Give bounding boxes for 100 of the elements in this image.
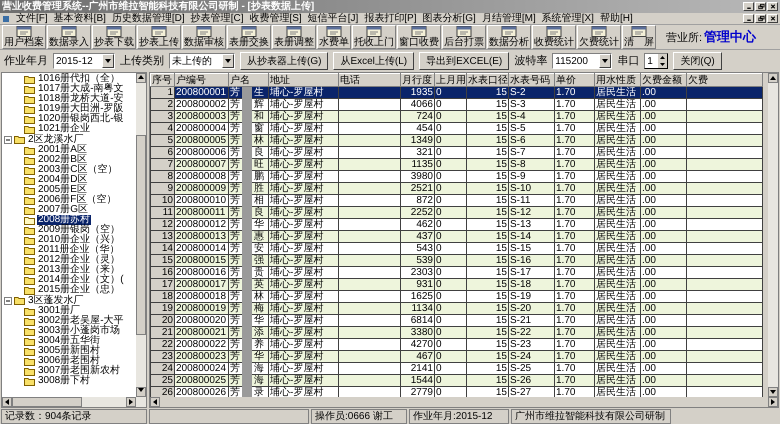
table-row[interactable]: 11 200800011 芳 良 埔心-罗屋村 2252 0 15 S-12 1.70 居民生活 .00 — [150, 206, 762, 218]
vertical-scrollbar[interactable] — [768, 73, 778, 397]
tree-item[interactable]: 3006册老围村 — [37, 356, 102, 366]
tree-item[interactable]: 2002册B区 — [37, 155, 88, 165]
action-button[interactable]: 从抄表器上传(G) — [240, 52, 328, 70]
table-row[interactable]: 9 200800009 芳 胜 埔心-罗屋村 2521 0 15 S-10 1.70 居民生活 .00 — [150, 182, 762, 194]
restore-button[interactable] — [755, 2, 766, 11]
tree-item[interactable]: 3003册小蓬岗市场 — [37, 326, 122, 336]
column-header[interactable]: 上月用 — [434, 74, 466, 86]
column-header[interactable]: 用水性质 — [594, 74, 640, 86]
toolbar-button[interactable]: 欠费统计 — [577, 25, 621, 49]
tree-item[interactable]: 2012册企业（灵） — [37, 255, 122, 265]
menu-item[interactable]: 帮助[H] — [600, 12, 633, 24]
tree-item[interactable]: 1017册大成-南粤文 — [37, 84, 125, 94]
tree-item[interactable]: 2009册银岗（空） — [37, 225, 122, 235]
tree-item[interactable]: 2004册D区 — [37, 175, 88, 185]
menu-item[interactable]: 历史数据管理[D] — [112, 12, 185, 24]
tree-item[interactable]: 1018册龙桥大道-安 — [37, 94, 125, 104]
expander-toggle[interactable] — [4, 296, 12, 304]
dropdown[interactable]: 2015-12 — [53, 53, 115, 69]
action-button[interactable]: 导出到EXCEL(E) — [419, 52, 510, 70]
column-header[interactable]: 电话 — [338, 74, 400, 86]
tree-item[interactable]: 2011册企业（华） — [37, 245, 121, 255]
spinner-field[interactable]: 1 — [644, 53, 668, 69]
vertical-scrollbar[interactable] — [136, 73, 146, 397]
horizontal-scrollbar[interactable] — [2, 397, 146, 407]
close-button[interactable] — [767, 2, 778, 11]
table-row[interactable]: 15 200800015 芳 强 埔心-罗屋村 539 0 15 S-16 1.70 居民生活 .00 — [150, 254, 762, 266]
tree-item[interactable]: 3004册五华街 — [37, 336, 102, 346]
table-row[interactable]: 25 200800025 芳 海 埔心-罗屋村 1544 0 15 S-26 1.70 居民生活 .00 — [150, 374, 762, 386]
column-header[interactable]: 水表号码 — [508, 74, 554, 86]
toolbar-button[interactable]: 抄表下载 — [92, 25, 136, 49]
table-row[interactable]: 18 200800018 芳 林 埔心-罗屋村 1625 0 15 S-19 1.70 居民生活 .00 — [150, 290, 762, 302]
menu-item[interactable]: 文件[F] — [16, 12, 48, 24]
dropdown[interactable]: 115200 — [552, 53, 612, 69]
tree-item[interactable]: 3007册老围新农村 — [37, 366, 122, 376]
app-icon[interactable] — [2, 14, 10, 22]
scroll-up-button[interactable] — [136, 73, 146, 83]
menu-item[interactable]: 基本资料[B] — [54, 12, 106, 24]
menu-item[interactable]: 报表打印[P] — [364, 12, 416, 24]
tree-item[interactable]: 3005册新围村 — [37, 346, 102, 356]
table-row[interactable]: 26 200800026 芳 录 埔心-罗屋村 2779 0 15 S-27 1.70 居民生活 .00 — [150, 386, 762, 397]
toolbar-button[interactable]: 用户档案 — [2, 25, 46, 49]
tree-item[interactable]: 2010册企业（兴） — [37, 235, 122, 245]
tree-item[interactable]: 2014册企业（文）( — [37, 275, 125, 285]
column-header[interactable]: 单价 — [554, 74, 594, 86]
tree-item[interactable]: 2013册企业（来） — [37, 265, 122, 275]
scroll-thumb[interactable] — [12, 397, 82, 407]
column-header[interactable]: 水表口径 — [466, 74, 508, 86]
tree-item[interactable]: 3002册老吴屋-大平 — [37, 316, 125, 326]
tree-item[interactable]: 3008册下村 — [37, 376, 92, 386]
table-row[interactable]: 4 200800004 芳 窗 埔心-罗屋村 454 0 15 S-5 1.70 居民生活 .00 — [150, 122, 762, 134]
tree-item[interactable]: 1019册大田洲-罗阪 — [37, 104, 125, 114]
expander-toggle[interactable] — [4, 136, 12, 144]
close-button[interactable] — [767, 14, 778, 23]
table-row[interactable]: 6 200800006 芳 良 埔心-罗屋村 321 0 15 S-7 1.70 居民生活 .00 — [150, 146, 762, 158]
toolbar-button[interactable]: 水费单 — [317, 25, 351, 49]
menu-item[interactable]: 短信平台[J] — [308, 12, 358, 24]
tree-item[interactable]: 2015册企业（忠） — [37, 285, 122, 295]
table-row[interactable]: 8 200800008 芳 鹏 埔心-罗屋村 3980 0 15 S-9 1.70 居民生活 .00 — [150, 170, 762, 182]
column-header[interactable]: 欠费 — [686, 74, 762, 86]
toolbar-button[interactable]: 表册调整 — [272, 25, 316, 49]
table-row[interactable]: 10 200800010 芳 相 埔心-罗屋村 872 0 15 S-11 1.70 居民生活 .00 — [150, 194, 762, 206]
toolbar-button[interactable]: 收费统计 — [532, 25, 576, 49]
minimize-button[interactable] — [743, 2, 754, 11]
scroll-down-button[interactable] — [768, 387, 778, 397]
table-row[interactable]: 13 200800013 芳 惠 埔心-罗屋村 437 0 15 S-14 1.70 居民生活 .00 — [150, 230, 762, 242]
tree-item[interactable]: 3区蓬发水厂 — [27, 296, 85, 306]
tree-item[interactable]: 1021册企业 — [37, 124, 92, 134]
tree-item[interactable]: 2001册A区 — [37, 145, 88, 155]
scroll-thumb[interactable] — [136, 135, 146, 335]
minimize-button[interactable] — [743, 14, 754, 23]
action-button[interactable]: 从Excel上传(L) — [333, 52, 414, 70]
scroll-right-button[interactable] — [768, 397, 778, 407]
toolbar-button[interactable]: 抄表上传 — [137, 25, 181, 49]
menu-item[interactable]: 收费管理[S] — [249, 12, 302, 24]
scroll-up-button[interactable] — [768, 73, 778, 83]
table-row[interactable]: 24 200800024 芳 海 埔心-罗屋村 2141 0 15 S-25 1.70 居民生活 .00 — [150, 362, 762, 374]
table-row[interactable]: 22 200800022 芳 养 埔心-罗屋村 4270 0 15 S-23 1.70 居民生活 .00 — [150, 338, 762, 350]
toolbar-button[interactable]: 窗口收费 — [397, 25, 441, 49]
table-row[interactable]: 16 200800016 芳 贵 埔心-罗屋村 2303 0 15 S-17 1.70 居民生活 .00 — [150, 266, 762, 278]
menu-item[interactable]: 系统管理[X] — [542, 12, 594, 24]
scroll-right-button[interactable] — [126, 397, 136, 407]
menu-item[interactable]: 月结管理[M] — [482, 12, 536, 24]
tree-item[interactable]: 1020册银岗西北-银 — [37, 114, 125, 124]
dropdown[interactable]: 未上传的 — [169, 53, 235, 69]
table-row[interactable]: 19 200800019 芳 梅 埔心-罗屋村 1134 0 15 S-20 1.70 居民生活 .00 — [150, 302, 762, 314]
toolbar-button[interactable]: 清 屏 — [622, 25, 656, 49]
tree-item[interactable]: 2007册G区 — [37, 205, 90, 215]
table-row[interactable]: 2 200800002 芳 辉 埔心-罗屋村 4066 0 15 S-3 1.70 居民生活 .00 — [150, 98, 762, 110]
table-row[interactable]: 20 200800020 芳 华 埔心-罗屋村 6814 0 15 S-21 1.70 居民生活 .00 — [150, 314, 762, 326]
scroll-down-button[interactable] — [136, 387, 146, 397]
toolbar-button[interactable]: 数据审核 — [182, 25, 226, 49]
scroll-left-button[interactable] — [150, 397, 160, 407]
table-row[interactable]: 21 200800021 芳 添 埔心-罗屋村 3380 0 15 S-22 1.70 居民生活 .00 — [150, 326, 762, 338]
table-row[interactable]: 3 200800003 芳 和 埔心-罗屋村 724 0 15 S-4 1.70 居民生活 .00 — [150, 110, 762, 122]
scroll-left-button[interactable] — [2, 397, 12, 407]
tree-item[interactable]: 3001册厂 — [37, 306, 82, 316]
column-header[interactable]: 地址 — [268, 74, 338, 86]
toolbar-button[interactable]: 后台打票 — [442, 25, 486, 49]
